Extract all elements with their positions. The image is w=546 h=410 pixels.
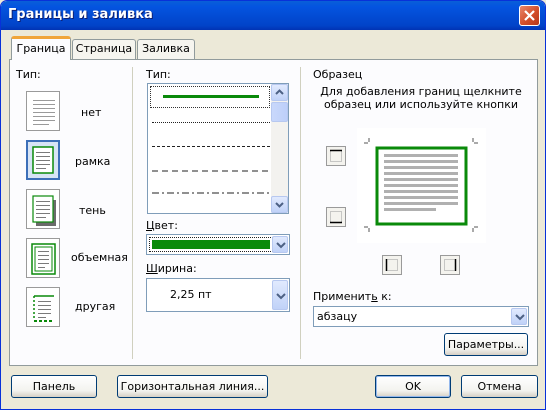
preview-label: Образец	[313, 68, 363, 81]
tab-label: Заливка	[142, 42, 190, 55]
scroll-down-button[interactable]	[271, 196, 288, 213]
color-dropdown-button[interactable]	[272, 236, 288, 253]
preset-custom-label: другая	[75, 300, 116, 313]
parameters-button-label: Параметры...	[447, 338, 525, 351]
toolbar-button-label: Панель	[32, 380, 76, 393]
ok-button[interactable]: OK	[375, 375, 451, 398]
scroll-thumb[interactable]	[271, 102, 288, 122]
border-right-icon	[444, 259, 457, 271]
type-label: Тип:	[16, 68, 41, 81]
color-label: Цвет:	[146, 219, 178, 232]
color-select[interactable]	[146, 234, 290, 255]
border-top-icon	[330, 149, 342, 162]
toolbar-button[interactable]: Панель	[11, 375, 97, 398]
horizontal-line-button-label: Горизонтальная линия...	[120, 380, 265, 393]
border-none-icon	[33, 100, 55, 125]
ok-button-label: OK	[405, 380, 421, 393]
cancel-button[interactable]: Отмена	[461, 375, 538, 398]
line-style-dotted[interactable]	[152, 122, 270, 123]
bottom-border-button[interactable]	[326, 207, 346, 227]
preset-custom-button[interactable]	[26, 287, 60, 327]
left-border-button[interactable]	[382, 255, 402, 275]
chevron-down-icon	[276, 242, 286, 249]
line-style-list[interactable]	[147, 83, 289, 214]
preview-hint: Для добавления границ щелкните образец и…	[320, 85, 522, 111]
preset-box-label: рамка	[75, 155, 110, 168]
preset-none-label: нет	[81, 106, 102, 119]
tab-border[interactable]: Граница	[11, 36, 71, 60]
preset-box-label-text: рамка	[75, 155, 111, 168]
preset-shadow-button[interactable]	[26, 189, 60, 229]
preset-shadow-label: тень	[79, 204, 106, 217]
tab-shading[interactable]: Заливка	[137, 39, 195, 59]
close-icon	[524, 10, 535, 21]
border-3d-icon	[31, 243, 56, 275]
horizontal-line-button[interactable]: Горизонтальная линия...	[117, 375, 268, 398]
tab-label: Страница	[75, 42, 133, 55]
apply-to-label: Применить к:	[313, 290, 392, 303]
parameters-button[interactable]: Параметры...	[444, 333, 528, 356]
tab-page[interactable]: Страница	[72, 39, 136, 59]
line-style-dashed-fine[interactable]	[152, 146, 270, 147]
top-border-button[interactable]	[326, 146, 346, 166]
border-preview[interactable]	[357, 128, 486, 243]
line-style-solid	[163, 95, 259, 98]
chevron-down-icon	[275, 202, 284, 208]
selected-line-style[interactable]	[150, 86, 270, 108]
apply-to-value: абзацу	[317, 310, 358, 323]
border-custom-icon	[33, 295, 54, 322]
right-border-button[interactable]	[440, 255, 460, 275]
color-focus	[149, 237, 273, 252]
column-divider	[300, 67, 301, 359]
preset-box-button[interactable]	[26, 140, 60, 180]
width-label: Ширина:	[146, 262, 197, 275]
line-type-label: Тип:	[146, 68, 171, 81]
apply-to-select[interactable]: абзацу	[313, 306, 529, 327]
title-bar: Границы и заливка	[1, 1, 545, 30]
chevron-down-icon	[276, 293, 286, 300]
width-value: 2,25 пт	[170, 288, 212, 301]
cancel-button-label: Отмена	[477, 380, 522, 393]
line-style-scrollbar[interactable]	[271, 84, 288, 213]
preset-none-button[interactable]	[26, 91, 60, 131]
color-swatch	[152, 240, 270, 249]
border-left-icon	[385, 259, 398, 271]
preset-3d-label: объемная	[71, 251, 128, 264]
borders-shading-dialog: Границы и заливка Граница Страница Залив…	[0, 0, 546, 410]
window-title: Границы и заливка	[8, 7, 153, 22]
border-shadow-icon	[32, 195, 56, 226]
apply-to-dropdown-button[interactable]	[511, 308, 527, 325]
chevron-down-icon	[515, 314, 525, 321]
close-button[interactable]	[519, 5, 540, 26]
column-divider	[132, 67, 133, 359]
preview-canvas	[364, 138, 478, 232]
preset-3d-button[interactable]	[26, 238, 60, 278]
scroll-up-button[interactable]	[271, 84, 288, 101]
border-bottom-icon	[330, 211, 342, 224]
chevron-up-icon	[275, 89, 284, 95]
width-dropdown-button[interactable]	[272, 280, 288, 310]
width-select[interactable]: 2,25 пт	[146, 278, 290, 312]
tab-label: Граница	[16, 42, 66, 55]
border-box-icon	[32, 146, 54, 174]
